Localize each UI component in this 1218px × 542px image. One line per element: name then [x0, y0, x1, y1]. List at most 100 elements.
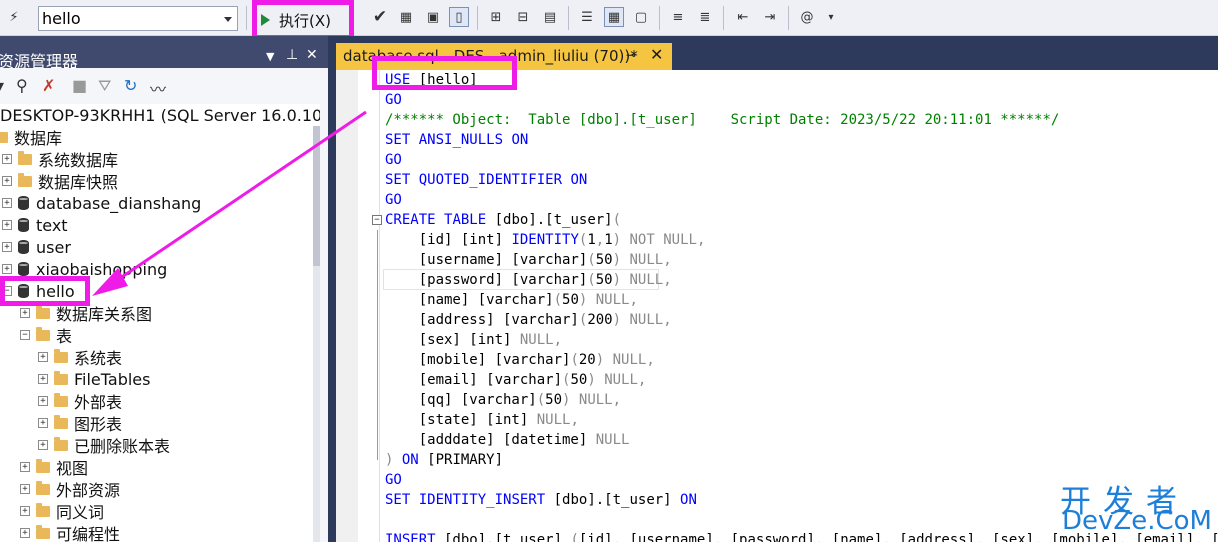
code-line: [state] [int] NULL, — [385, 412, 579, 428]
comment-icon[interactable]: ≡ — [668, 7, 688, 27]
database-select-value: hello — [42, 9, 81, 28]
code-line: [name] [varchar](50) NULL, — [385, 292, 638, 308]
results-file-icon[interactable]: ▢ — [631, 7, 651, 27]
parse-check-icon[interactable]: ✔ — [370, 7, 390, 27]
expand-icon[interactable]: + — [2, 198, 12, 208]
tree-item-label: 系统数据库 — [38, 151, 119, 170]
object-explorer-title: 资源管理器 — [0, 52, 79, 71]
connect-icon[interactable]: ⚲ — [16, 76, 28, 95]
expand-icon[interactable]: + — [2, 242, 12, 252]
expand-icon[interactable]: + — [20, 308, 30, 318]
tree-item-system-tables[interactable]: + 系统表 — [38, 346, 122, 368]
expand-icon[interactable]: + — [2, 154, 12, 164]
connect-icon[interactable]: ⚡ — [4, 7, 24, 27]
include-plan-icon[interactable]: ⊞ — [486, 7, 506, 27]
pin-icon[interactable]: ⊸ — [626, 48, 636, 62]
code-line: SET IDENTITY_INSERT [dbo].[t_user] ON — [385, 492, 697, 508]
expand-icon[interactable]: + — [38, 396, 48, 406]
expand-icon[interactable]: + — [2, 220, 12, 230]
play-icon — [261, 14, 270, 26]
code-line: [adddate] [datetime] NULL — [385, 432, 630, 448]
code-line: [id] [int] IDENTITY(1,1) NOT NULL, — [385, 232, 706, 248]
disconnect-icon[interactable]: ✗ — [42, 76, 55, 95]
close-icon[interactable]: ✕ — [650, 45, 663, 64]
uncomment-icon[interactable]: ≣ — [695, 7, 715, 27]
client-stats-icon[interactable]: ▤ — [540, 7, 560, 27]
tree-item-tables[interactable]: − 表 — [20, 324, 72, 346]
tree-item-label: FileTables — [74, 369, 151, 389]
tree-item-server[interactable]: DESKTOP-93KRHH1 (SQL Server 16.0.1000 — [0, 104, 320, 126]
live-stats-icon[interactable]: ⊟ — [513, 7, 533, 27]
results-grid-icon[interactable]: ▦ — [604, 7, 624, 27]
expand-icon[interactable]: + — [38, 418, 48, 428]
code-line: SET QUOTED_IDENTIFIER ON — [385, 172, 588, 188]
template-params-icon[interactable]: @ — [797, 7, 817, 27]
code-line: GO — [385, 472, 402, 488]
tree-item-label: 外部表 — [74, 393, 123, 412]
tree-item-label: 数据库 — [14, 129, 63, 148]
activity-monitor-icon[interactable]: 〰 — [150, 76, 166, 100]
code-line: ) ON [PRIMARY] — [385, 452, 504, 468]
tree-item-external-tables[interactable]: + 外部表 — [38, 390, 122, 412]
tree-item-filetables[interactable]: + FileTables — [38, 368, 150, 390]
code-line: [qq] [varchar](50) NULL, — [385, 392, 622, 408]
code-line: [sex] [int] NULL, — [385, 332, 563, 348]
execute-button[interactable]: 执行(X) — [252, 0, 354, 40]
tree-item-dropped-ledger-tables[interactable]: + 已删除账本表 — [38, 434, 170, 456]
expand-icon[interactable]: + — [20, 462, 30, 472]
tree-scrollbar-thumb[interactable] — [313, 126, 320, 266]
expand-icon[interactable]: + — [20, 506, 30, 516]
code-line: [email] [varchar](50) NULL, — [385, 372, 647, 388]
tree-item-synonyms[interactable]: + 同义词 — [20, 500, 104, 522]
database-icon — [18, 218, 29, 232]
display-plan-icon[interactable]: ▦ — [396, 7, 416, 27]
tree-item-databases[interactable]: 数据库 — [0, 126, 62, 148]
tree-item-label: 图形表 — [74, 415, 123, 434]
indent-icon[interactable]: ⇥ — [760, 7, 780, 27]
refresh-icon[interactable]: ↻ — [124, 76, 137, 95]
fold-guide — [377, 230, 378, 460]
fold-toggle-icon[interactable]: − — [372, 215, 382, 225]
expand-icon[interactable]: + — [2, 264, 12, 274]
tree-item-label: user — [36, 237, 71, 257]
stop-icon[interactable]: ■ — [72, 76, 87, 95]
expand-icon[interactable]: + — [2, 176, 12, 186]
tree-item-graph-tables[interactable]: + 图形表 — [38, 412, 122, 434]
collapse-icon[interactable]: − — [20, 330, 30, 340]
intellisense-icon[interactable]: ▯ — [449, 7, 469, 27]
expand-icon[interactable]: + — [38, 352, 48, 362]
query-options-icon[interactable]: ▣ — [423, 7, 443, 27]
tree-item-database-snapshots[interactable]: + 数据库快照 — [2, 170, 118, 192]
object-explorer-header: 资源管理器 ▼ ⊥ ✕ — [0, 36, 328, 71]
pin-icon[interactable]: ⊥ — [286, 47, 298, 63]
panel-menu-icon[interactable]: ▼ — [266, 50, 274, 63]
toolbar-overflow-icon[interactable]: ▾ — [821, 7, 841, 27]
outdent-icon[interactable]: ⇤ — [733, 7, 753, 27]
object-explorer-toolbar: ▾ ⚲ ✗ ■ ⛛ ↻ 〰 — [0, 73, 328, 101]
tree-item-system-databases[interactable]: + 系统数据库 — [2, 148, 118, 170]
folder-icon — [36, 304, 50, 319]
tree-item-views[interactable]: + 视图 — [20, 456, 88, 478]
expand-icon[interactable]: + — [38, 440, 48, 450]
tree-item-database-dianshang[interactable]: + database_dianshang — [2, 192, 201, 214]
filter-icon[interactable]: ⛛ — [98, 76, 111, 96]
tree-item-programmability[interactable]: + 可编程性 — [20, 522, 120, 542]
sql-editor[interactable]: − USE [hello] GO /****** Object: Table [… — [336, 70, 1218, 542]
close-icon[interactable]: ✕ — [306, 47, 318, 63]
folder-icon — [36, 524, 50, 539]
tree-item-text[interactable]: + text — [2, 214, 68, 236]
tree-item-label: text — [36, 215, 68, 235]
panel-splitter[interactable] — [328, 36, 336, 542]
folder-icon — [54, 414, 68, 429]
expand-icon[interactable]: + — [20, 484, 30, 494]
database-select[interactable]: hello — [38, 6, 238, 31]
expand-icon[interactable]: + — [38, 374, 48, 384]
expand-icon[interactable]: + — [20, 528, 30, 538]
tree-item-label: 同义词 — [56, 503, 105, 522]
folder-icon — [36, 480, 50, 495]
connect-dropdown-icon[interactable]: ▾ — [0, 76, 4, 95]
tree-item-external-resources[interactable]: + 外部资源 — [20, 478, 120, 500]
results-text-icon[interactable]: ☰ — [577, 7, 597, 27]
code-line: /****** Object: Table [dbo].[t_user] Scr… — [385, 112, 1060, 128]
tree-item-user[interactable]: + user — [2, 236, 71, 258]
